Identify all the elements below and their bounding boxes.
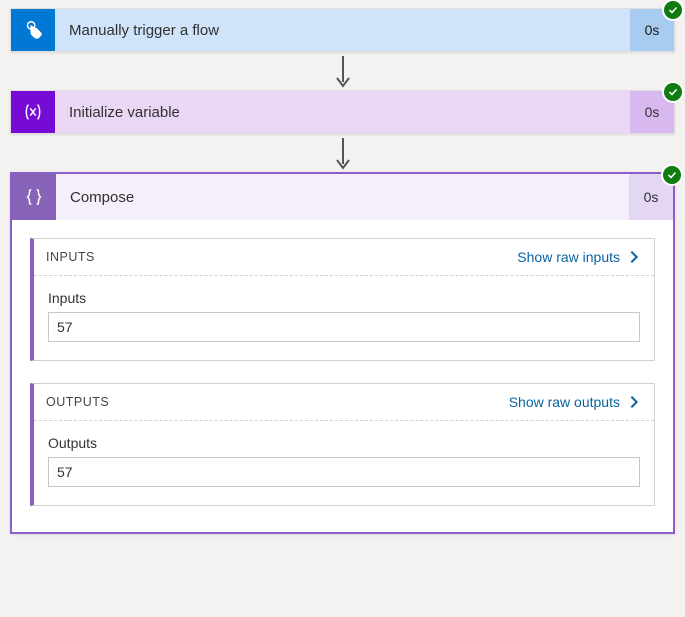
show-raw-outputs-link[interactable]: Show raw outputs bbox=[509, 394, 642, 410]
chevron-right-icon bbox=[626, 394, 642, 410]
trigger-card[interactable]: Manually trigger a flow 0s bbox=[10, 8, 675, 52]
outputs-field-value: 57 bbox=[48, 457, 640, 487]
connector-arrow bbox=[10, 134, 675, 172]
trigger-title: Manually trigger a flow bbox=[55, 9, 630, 51]
connector-arrow bbox=[10, 52, 675, 90]
compose-braces-icon bbox=[12, 174, 56, 220]
compose-card[interactable]: Compose 0s INPUTS Show raw inputs Inputs bbox=[10, 172, 675, 534]
outputs-field-label: Outputs bbox=[48, 435, 640, 451]
show-raw-outputs-label: Show raw outputs bbox=[509, 394, 620, 410]
variable-title: Initialize variable bbox=[55, 91, 630, 133]
touch-icon bbox=[11, 9, 55, 51]
success-badge-icon bbox=[662, 81, 684, 103]
variable-fx-icon bbox=[11, 91, 55, 133]
show-raw-inputs-label: Show raw inputs bbox=[517, 249, 620, 265]
compose-title: Compose bbox=[56, 174, 629, 220]
inputs-panel: INPUTS Show raw inputs Inputs 57 bbox=[30, 238, 655, 361]
show-raw-inputs-link[interactable]: Show raw inputs bbox=[517, 249, 642, 265]
compose-body: INPUTS Show raw inputs Inputs 57 OUTPUTS… bbox=[12, 220, 673, 532]
initialize-variable-card[interactable]: Initialize variable 0s bbox=[10, 90, 675, 134]
inputs-field-value: 57 bbox=[48, 312, 640, 342]
inputs-field-label: Inputs bbox=[48, 290, 640, 306]
chevron-right-icon bbox=[626, 249, 642, 265]
compose-header[interactable]: Compose 0s bbox=[12, 174, 673, 220]
inputs-section-title: INPUTS bbox=[46, 250, 95, 264]
outputs-section-title: OUTPUTS bbox=[46, 395, 109, 409]
success-badge-icon bbox=[662, 0, 684, 21]
outputs-panel: OUTPUTS Show raw outputs Outputs 57 bbox=[30, 383, 655, 506]
success-badge-icon bbox=[661, 164, 683, 186]
